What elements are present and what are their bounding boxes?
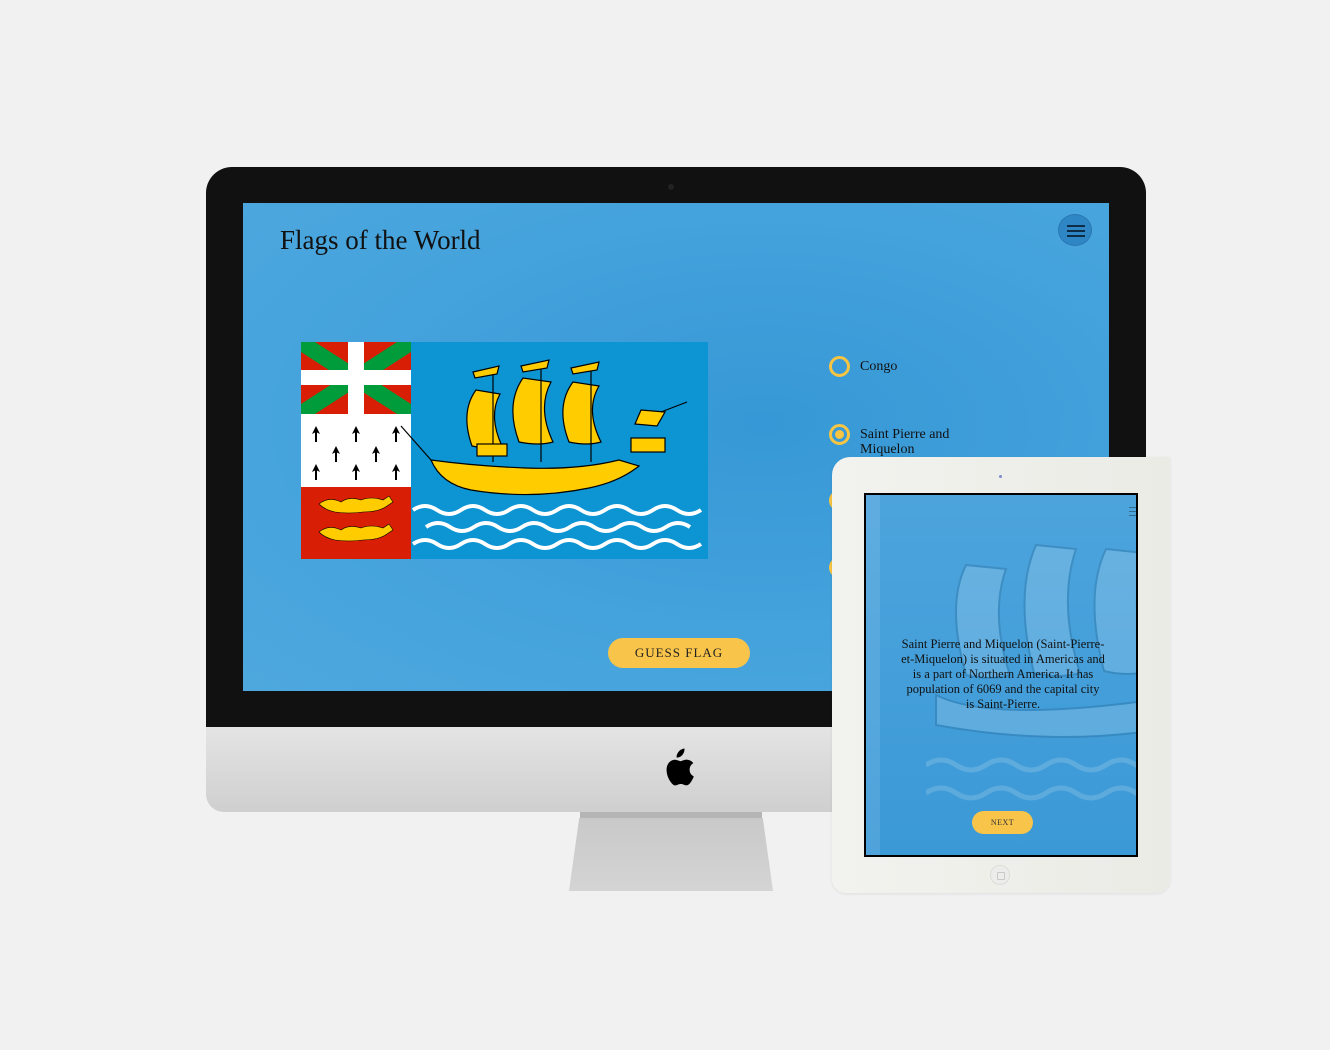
home-button[interactable]	[990, 865, 1010, 885]
imac-stand-neck	[580, 812, 762, 818]
country-info-text: Saint Pierre and Miquelon (Saint-Pierre-…	[901, 637, 1105, 711]
next-button[interactable]: NEXT	[972, 811, 1033, 834]
guess-flag-button[interactable]: GUESS FLAG	[608, 638, 750, 668]
apple-logo-icon	[666, 748, 694, 786]
imac-stand	[569, 818, 773, 891]
option-label: Congo	[860, 359, 898, 374]
ipad-device: Saint Pierre and Miquelon (Saint-Pierre-…	[832, 457, 1170, 893]
option-saint-pierre-and-miquelon[interactable]: Saint Pierre and Miquelon	[829, 424, 1089, 457]
background-flag-strip	[866, 495, 880, 855]
option-label: Saint Pierre and Miquelon	[860, 427, 950, 457]
flag-basque-quarter	[301, 342, 411, 414]
radio-icon-selected[interactable]	[829, 424, 850, 445]
ipad-result-view: Saint Pierre and Miquelon (Saint-Pierre-…	[866, 495, 1136, 855]
hamburger-icon-line	[1067, 230, 1085, 232]
menu-button[interactable]	[1058, 214, 1092, 246]
flag-image	[301, 342, 708, 559]
option-congo[interactable]: Congo	[829, 356, 1089, 377]
hamburger-icon-line	[1067, 235, 1085, 237]
radio-icon[interactable]	[829, 356, 850, 377]
flag-normandy-quarter	[301, 487, 411, 559]
hamburger-icon-line	[1067, 225, 1085, 227]
ipad-camera	[999, 475, 1002, 478]
hamburger-icon[interactable]	[1129, 507, 1136, 519]
ipad-screen: Saint Pierre and Miquelon (Saint-Pierre-…	[864, 493, 1138, 857]
page-title: Flags of the World	[280, 225, 481, 255]
imac-camera	[668, 184, 674, 190]
flag-brittany-quarter	[301, 414, 411, 487]
